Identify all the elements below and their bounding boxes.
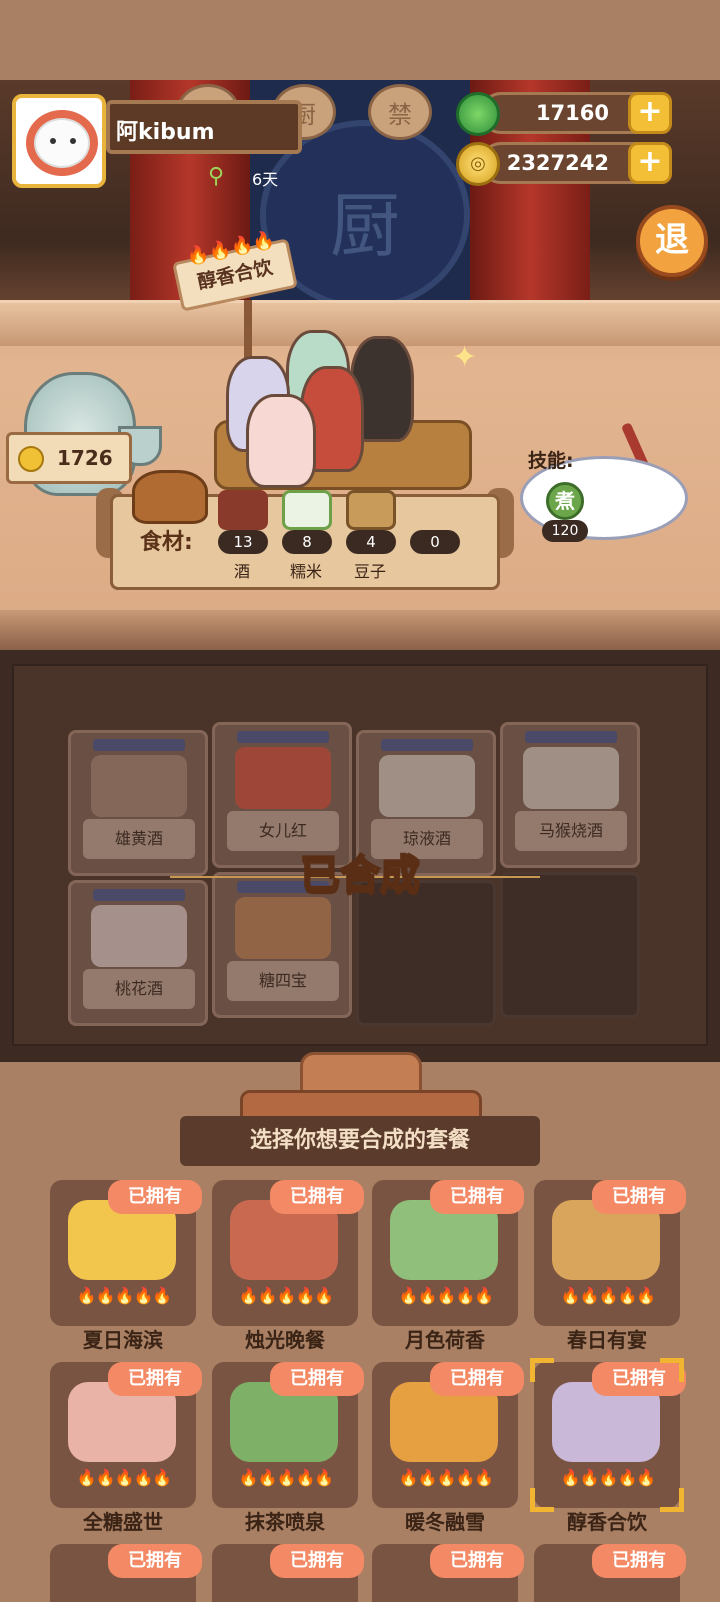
coin-icon xyxy=(18,446,44,472)
slot-tab xyxy=(381,739,473,751)
avatar-eye xyxy=(70,138,76,144)
owned-badge: 已拥有 xyxy=(270,1544,364,1578)
flame-rating-icon: 🔥🔥🔥🔥🔥 xyxy=(398,1468,495,1487)
slot-name: 桃花酒 xyxy=(83,969,195,1009)
ingredient-name: 糯米 xyxy=(289,562,322,581)
menu-name: 春日有宴 xyxy=(567,1328,647,1352)
ingredient-name: 豆子 xyxy=(353,562,386,581)
menu-name: 暖冬融雪 xyxy=(405,1510,485,1534)
dish-image xyxy=(379,755,475,817)
synthesized-label: 已合成 xyxy=(299,851,421,899)
synth-slot[interactable]: 马猴烧酒 xyxy=(500,722,640,868)
sign-post xyxy=(244,300,252,360)
boil-skill-icon[interactable]: 煮 xyxy=(546,482,584,520)
menu-card-selected[interactable]: 已拥有 🔥🔥🔥🔥🔥 xyxy=(530,1358,686,1512)
ingredients-label: 食材: xyxy=(140,530,193,555)
menu-card[interactable]: 已拥有 xyxy=(534,1544,686,1602)
ingredient-count: 0 xyxy=(410,530,460,554)
owned-badge: 已拥有 xyxy=(108,1362,202,1396)
slot-tab xyxy=(525,731,617,743)
add-jade-button[interactable]: + xyxy=(628,92,672,134)
skill-value: 120 xyxy=(542,520,588,542)
beans-ingredient-icon xyxy=(346,490,396,530)
counter-edge xyxy=(0,300,720,346)
skill-label: 技能: xyxy=(528,450,574,472)
owned-badge: 已拥有 xyxy=(430,1362,524,1396)
selection-corner xyxy=(660,1358,684,1382)
counter-bottom xyxy=(0,610,720,650)
menu-name: 月色荷香 xyxy=(405,1328,485,1352)
menu-card[interactable]: 已拥有 🔥🔥🔥🔥🔥 xyxy=(50,1180,202,1326)
menu-name: 全糖盛世 xyxy=(83,1510,163,1534)
dish-image xyxy=(91,905,187,967)
menu-card[interactable]: 已拥有 🔥🔥🔥🔥🔥 xyxy=(372,1180,524,1326)
ingredient-count: 4 xyxy=(346,530,396,554)
empty-slot xyxy=(356,880,496,1026)
slot-tab xyxy=(93,739,185,751)
flame-rating-icon: 🔥🔥🔥🔥🔥 xyxy=(560,1468,657,1487)
ingredient-count: 8 xyxy=(282,530,332,554)
dish-image xyxy=(523,747,619,809)
menu-card[interactable]: 已拥有 🔥🔥🔥🔥🔥 xyxy=(372,1362,524,1508)
synth-slot[interactable]: 桃花酒 xyxy=(68,880,208,1026)
days-counter: 6天 xyxy=(252,170,279,189)
empty-slot xyxy=(500,872,640,1018)
wine-jar-ingredient-icon xyxy=(218,490,268,530)
selection-banner: 选择你想要合成的套餐 xyxy=(180,1116,540,1166)
sparkle-icon: ✦ xyxy=(452,340,478,375)
selection-corner xyxy=(530,1358,554,1382)
menu-card[interactable]: 已拥有 xyxy=(212,1544,364,1602)
menu-name: 抹茶喷泉 xyxy=(245,1510,325,1534)
ingredient-name: 酒 xyxy=(233,562,250,581)
menu-card[interactable]: 已拥有 🔥🔥🔥🔥🔥 xyxy=(212,1180,364,1326)
flame-rating-icon: 🔥🔥🔥🔥🔥 xyxy=(76,1286,173,1305)
menu-card[interactable]: 已拥有 🔥🔥🔥🔥🔥 xyxy=(212,1362,364,1508)
lantern-plaque: 禁 xyxy=(368,84,432,140)
menu-card[interactable]: 已拥有 xyxy=(372,1544,524,1602)
game-screen: { "player": {"name": "阿kibum", "days": "… xyxy=(0,0,720,1602)
slot-name: 雄黄酒 xyxy=(83,819,195,859)
menu-card[interactable]: 已拥有 🔥🔥🔥🔥🔥 xyxy=(534,1180,686,1326)
owned-badge: 已拥有 xyxy=(592,1544,686,1578)
menu-card[interactable]: 已拥有 xyxy=(50,1544,202,1602)
slot-name: 马猴烧酒 xyxy=(515,811,627,851)
cat-face-icon xyxy=(34,118,90,168)
owned-badge: 已拥有 xyxy=(270,1180,364,1214)
flame-rating-icon: 🔥🔥🔥🔥🔥 xyxy=(398,1286,495,1305)
owned-badge: 已拥有 xyxy=(430,1544,524,1578)
menu-name: 夏日海滨 xyxy=(83,1328,163,1352)
owned-badge: 已拥有 xyxy=(430,1180,524,1214)
flame-rating-icon: 🔥🔥🔥🔥🔥 xyxy=(238,1286,335,1305)
ingredient-count: 13 xyxy=(218,530,268,554)
slot-tab xyxy=(93,889,185,901)
add-coins-button[interactable]: + xyxy=(628,142,672,184)
bottle-icon xyxy=(246,394,316,488)
menu-name: 醇香合饮 xyxy=(567,1510,647,1534)
exit-button[interactable]: 退 xyxy=(636,205,708,277)
player-name: 阿kibum xyxy=(106,100,302,154)
rice-ingredient-icon xyxy=(282,490,332,530)
emblem-glyph: 厨 xyxy=(330,185,400,267)
dish-image xyxy=(235,747,331,809)
flame-rating-icon: 🔥🔥🔥🔥🔥 xyxy=(238,1468,335,1487)
synth-slot[interactable]: 雄黄酒 xyxy=(68,730,208,876)
pot-icon xyxy=(132,470,208,524)
owned-badge: 已拥有 xyxy=(108,1544,202,1578)
flame-rating-icon: 🔥🔥🔥🔥🔥 xyxy=(76,1468,173,1487)
slot-tab xyxy=(237,731,329,743)
dish-image xyxy=(235,897,331,959)
jade-icon xyxy=(456,92,500,136)
dish-image xyxy=(91,755,187,817)
calendar-sprout-icon: ⚲ xyxy=(208,164,225,189)
menu-name: 烛光晚餐 xyxy=(245,1328,325,1352)
avatar-eye xyxy=(50,138,56,144)
owned-badge: 已拥有 xyxy=(592,1180,686,1214)
flame-rating-icon: 🔥🔥🔥🔥🔥 xyxy=(560,1286,657,1305)
owned-badge: 已拥有 xyxy=(270,1362,364,1396)
menu-card[interactable]: 已拥有 🔥🔥🔥🔥🔥 xyxy=(50,1362,202,1508)
player-avatar[interactable] xyxy=(12,94,106,188)
slot-name: 糖四宝 xyxy=(227,961,339,1001)
owned-badge: 已拥有 xyxy=(108,1180,202,1214)
coin-icon: ◎ xyxy=(456,142,500,186)
